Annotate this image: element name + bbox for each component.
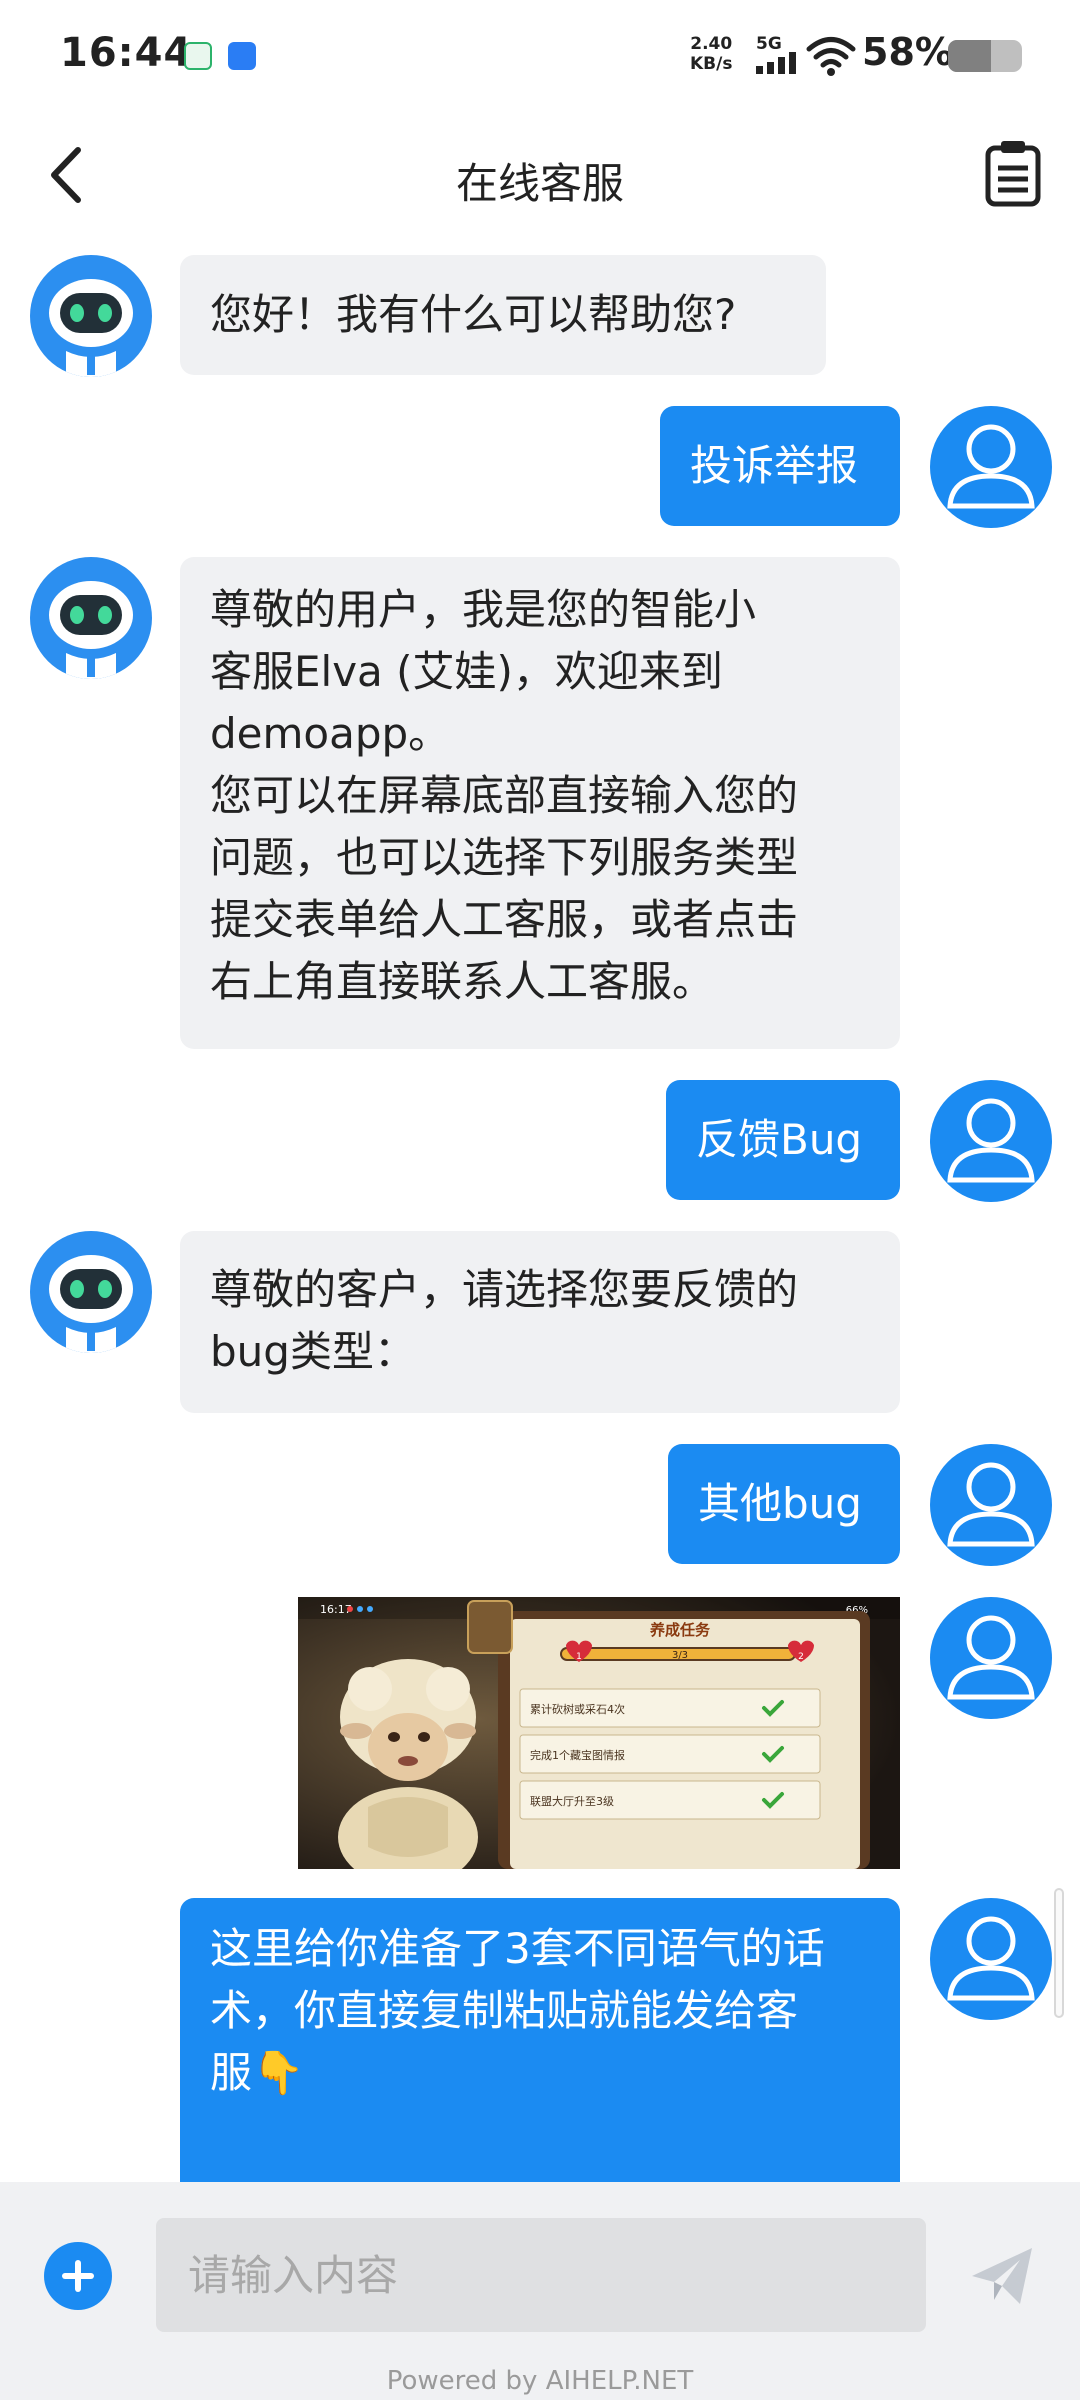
attachment-progress-text: 3/3 (672, 1650, 688, 1661)
bot-avatar (30, 255, 152, 377)
signal-icon (756, 52, 796, 74)
battery-percent: 58% (862, 30, 953, 74)
robot-icon (49, 279, 133, 377)
message-bubble-bot: 尊敬的用户，我是您的智能小 客服Elva (艾娃)，欢迎来到 demoapp。 … (180, 557, 900, 1049)
input-bar: Powered by AIHELP.NET (0, 2182, 1080, 2400)
attachment-task: 累计砍树或采石4次 (530, 1702, 625, 1716)
message-bubble-bot: 您好！我有什么可以帮助您? (180, 255, 826, 375)
image-attachment[interactable]: 16:17 66% 养成任务 3/3 1 2 累计砍树或采石4次 完成1个藏宝图… (298, 1597, 900, 1869)
page-title: 在线客服 (455, 159, 624, 208)
person-icon (947, 1916, 1035, 2001)
message-bubble-user: 投诉举报 (660, 406, 900, 526)
message-bubble-user: 其他bug (668, 1444, 900, 1564)
message-input[interactable] (156, 2218, 926, 2332)
person-icon (947, 1615, 1035, 1700)
status-bar: 16:44 2.40 KB/s 5G 58% (0, 0, 1080, 112)
attachment-task: 完成1个藏宝图情报 (530, 1748, 625, 1762)
ai-app-icon (184, 42, 212, 70)
scrollbar-thumb[interactable] (1054, 1888, 1064, 2018)
person-icon (947, 1462, 1035, 1547)
user-avatar (930, 1597, 1052, 1719)
game-screenshot: 16:17 66% 养成任务 3/3 1 2 累计砍树或采石4次 完成1个藏宝图… (298, 1597, 900, 1869)
message-bubble-user: 这里给你准备了3套不同语气的话 术，你直接复制粘贴就能发给客 服👇 (180, 1898, 900, 2182)
bot-avatar (30, 557, 152, 679)
robot-icon (49, 1255, 133, 1353)
header-bar: 在线客服 (0, 112, 1080, 238)
bot-avatar (30, 1231, 152, 1353)
chat-list[interactable]: 您好！我有什么可以帮助您? 投诉举报 尊敬的用户，我是您的智能小 客服Elva … (0, 238, 1080, 2182)
network-type: 5G (756, 34, 782, 54)
attachment-task: 联盟大厅升至3级 (530, 1794, 614, 1808)
wifi-icon (806, 37, 856, 76)
message-bubble-bot: 尊敬的客户，请选择您要反馈的 bug类型： (180, 1231, 900, 1413)
user-avatar (930, 1080, 1052, 1202)
chat-screen: 16:44 2.40 KB/s 5G 58% 在线客服 您好！我有什么可以帮助您… (0, 0, 1080, 2400)
send-icon[interactable] (968, 2242, 1036, 2310)
clipboard-list-icon[interactable] (984, 138, 1042, 208)
message-bubble-user: 反馈Bug (666, 1080, 900, 1200)
user-avatar (930, 1444, 1052, 1566)
attachment-status-time: 16:17 (320, 1603, 352, 1616)
attachment-level-right: 2 (798, 1652, 804, 1662)
person-icon (947, 424, 1035, 509)
powered-by-footer: Powered by AIHELP.NET (386, 2366, 694, 2396)
status-time: 16:44 (60, 30, 193, 76)
user-avatar (930, 1898, 1052, 2020)
message-app-icon (228, 42, 256, 70)
user-avatar (930, 406, 1052, 528)
robot-icon (49, 581, 133, 679)
battery-icon (948, 40, 1022, 72)
network-speed: 2.40 KB/s (690, 34, 733, 74)
plus-circle-icon[interactable] (44, 2242, 112, 2310)
battery-level (948, 40, 991, 72)
person-icon (947, 1098, 1035, 1183)
attachment-panel-title: 养成任务 (649, 1621, 711, 1639)
attachment-level-left: 1 (576, 1652, 582, 1662)
